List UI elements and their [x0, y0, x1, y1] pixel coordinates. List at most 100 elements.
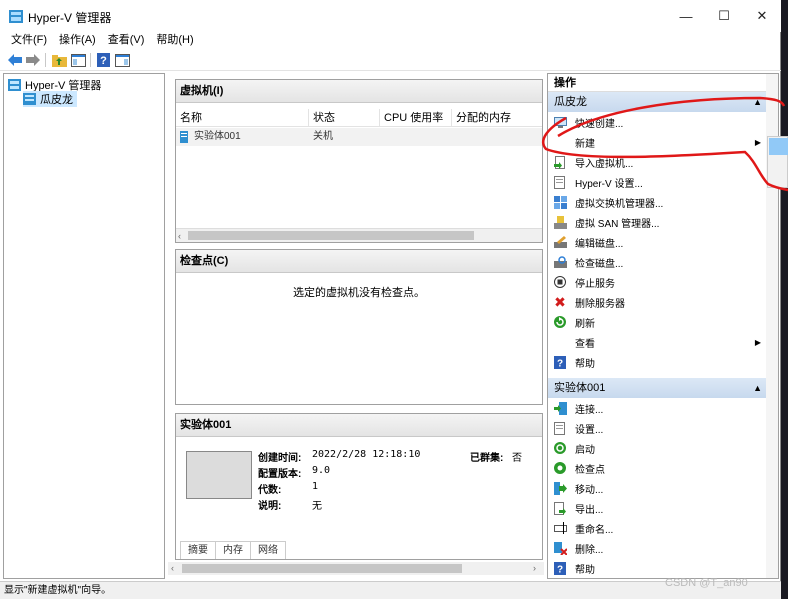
action-export[interactable]: 导出...: [548, 498, 766, 518]
action-import-vm[interactable]: 导入虚拟机...: [548, 152, 766, 172]
scrollbar-thumb[interactable]: [182, 564, 462, 573]
edit-disk-icon: [553, 235, 567, 249]
tree-item-server[interactable]: 瓜皮龙: [23, 91, 77, 107]
svg-text:?: ?: [100, 55, 107, 67]
close-button[interactable]: ✕: [739, 0, 785, 32]
help-icon[interactable]: ?: [95, 52, 111, 68]
action-quick-create[interactable]: 快速创建...: [548, 112, 766, 132]
clustered-value: 否: [512, 453, 522, 464]
tab-summary[interactable]: 摘要: [180, 542, 216, 559]
horizontal-scrollbar[interactable]: ‹: [176, 228, 542, 242]
vm-name: 实验体001: [194, 131, 241, 142]
column-header-memory[interactable]: 分配的内存: [452, 109, 542, 126]
vm-table-header: 名称 状态 CPU 使用率 分配的内存: [176, 109, 542, 127]
help-icon: ?: [553, 355, 567, 369]
toolbar-separator: [90, 53, 91, 67]
column-header-state[interactable]: 状态: [309, 109, 380, 126]
checkpoint-icon: [553, 461, 567, 475]
remove-x-icon: ✖: [554, 293, 566, 310]
scroll-left-arrow-icon[interactable]: ‹: [171, 562, 174, 575]
created-value: 2022/2/28 12:18:10: [312, 449, 421, 460]
forward-arrow-icon[interactable]: [25, 52, 41, 68]
panel-title: 实验体001: [176, 414, 542, 437]
detail-tabs: 摘要 内存 网络: [180, 541, 286, 559]
action-remove-server[interactable]: ✖ 删除服务器: [548, 292, 766, 312]
action-start[interactable]: 启动: [548, 438, 766, 458]
tree-item-label: 瓜皮龙: [40, 94, 73, 106]
vm-state-cell: 关机: [313, 131, 333, 142]
collapse-icon[interactable]: ▲: [753, 378, 762, 398]
title-bar: Hyper-V 管理器 — ☐ ✕: [0, 0, 781, 32]
clustered-label: 已群集:: [470, 453, 504, 464]
generation-value: 1: [312, 481, 319, 492]
navigation-tree: Hyper-V 管理器 瓜皮龙: [3, 73, 165, 579]
toolbar-separator: [45, 53, 46, 67]
virtual-switch-icon: [553, 195, 567, 209]
action-group-label: 实验体001: [554, 382, 606, 394]
close-icon: ✕: [756, 8, 768, 23]
scrollbar-thumb[interactable]: [188, 231, 474, 240]
window-title: Hyper-V 管理器: [28, 11, 112, 25]
column-header-cpu[interactable]: CPU 使用率: [380, 109, 452, 126]
inspect-disk-icon: [553, 255, 567, 269]
back-arrow-icon[interactable]: [7, 52, 23, 68]
menu-file[interactable]: 文件(F): [5, 32, 53, 48]
scroll-right-arrow-icon[interactable]: ›: [533, 562, 536, 575]
menu-help[interactable]: 帮助(H): [150, 32, 199, 48]
scroll-left-arrow-icon[interactable]: ‹: [178, 229, 181, 243]
checkpoints-panel: 检查点(C) 选定的虚拟机没有检查点。: [175, 249, 543, 405]
action-refresh[interactable]: 刷新: [548, 312, 766, 332]
start-icon: [553, 441, 567, 455]
up-folder-icon[interactable]: [51, 52, 67, 68]
action-view[interactable]: 查看 ▶: [548, 332, 766, 352]
action-virtual-switch-manager[interactable]: 虚拟交换机管理器...: [548, 192, 766, 212]
stop-icon: [553, 275, 567, 289]
help-icon: ?: [553, 561, 567, 575]
action-help-vm[interactable]: ? 帮助: [548, 558, 766, 578]
tab-memory[interactable]: 内存: [216, 542, 251, 559]
collapse-icon[interactable]: ▲: [753, 92, 762, 112]
empty-message: 选定的虚拟机没有检查点。: [293, 287, 425, 299]
action-move[interactable]: 移动...: [548, 478, 766, 498]
action-group-vm[interactable]: 实验体001 ▲: [548, 378, 766, 398]
action-new[interactable]: 新建 ▶: [548, 132, 766, 152]
action-rename[interactable]: 重命名...: [548, 518, 766, 538]
status-bar: 显示"新建虚拟机"向导。: [0, 581, 781, 599]
new-icon: [553, 135, 567, 149]
notes-label: 说明:: [258, 501, 282, 512]
tab-network[interactable]: 网络: [251, 542, 286, 559]
maximize-icon: ☐: [718, 8, 730, 23]
menu-action[interactable]: 操作(A): [53, 32, 102, 48]
vm-name-cell: 实验体001: [176, 128, 309, 146]
column-header-name[interactable]: 名称: [176, 109, 309, 126]
show-hide-tree-icon[interactable]: [70, 52, 86, 68]
created-label: 创建时间:: [258, 453, 302, 464]
show-hide-action-pane-icon[interactable]: [114, 52, 130, 68]
generation-label: 代数:: [258, 485, 282, 496]
notes-value: 无: [312, 501, 322, 512]
table-row[interactable]: 实验体001 关机: [176, 128, 542, 146]
server-icon: [23, 93, 36, 105]
menu-view[interactable]: 查看(V): [102, 32, 151, 48]
action-help-server[interactable]: ? 帮助: [548, 352, 766, 372]
action-stop-service[interactable]: 停止服务: [548, 272, 766, 292]
vm-thumbnail: [186, 451, 252, 499]
action-delete[interactable]: 删除...: [548, 538, 766, 558]
submenu-arrow-icon: ▶: [754, 137, 761, 147]
action-checkpoint[interactable]: 检查点: [548, 458, 766, 478]
import-vm-icon: [553, 155, 567, 169]
action-inspect-disk[interactable]: 检查磁盘...: [548, 252, 766, 272]
version-value: 9.0: [312, 465, 331, 476]
hyperv-app-icon: [9, 10, 23, 23]
action-virtual-san-manager[interactable]: 虚拟 SAN 管理器...: [548, 212, 766, 232]
submenu-item-virtual-machine[interactable]: [769, 138, 788, 155]
action-group-server[interactable]: 瓜皮龙 ▲: [548, 92, 766, 112]
horizontal-scrollbar[interactable]: ‹ ›: [168, 562, 544, 575]
svg-text:?: ?: [557, 358, 563, 369]
action-edit-disk[interactable]: 编辑磁盘...: [548, 232, 766, 252]
action-connect[interactable]: 连接...: [548, 398, 766, 418]
action-settings[interactable]: 设置...: [548, 418, 766, 438]
action-hyperv-settings[interactable]: Hyper-V 设置...: [548, 172, 766, 192]
actions-title: 操作: [548, 74, 778, 92]
minimize-icon: —: [679, 8, 693, 24]
